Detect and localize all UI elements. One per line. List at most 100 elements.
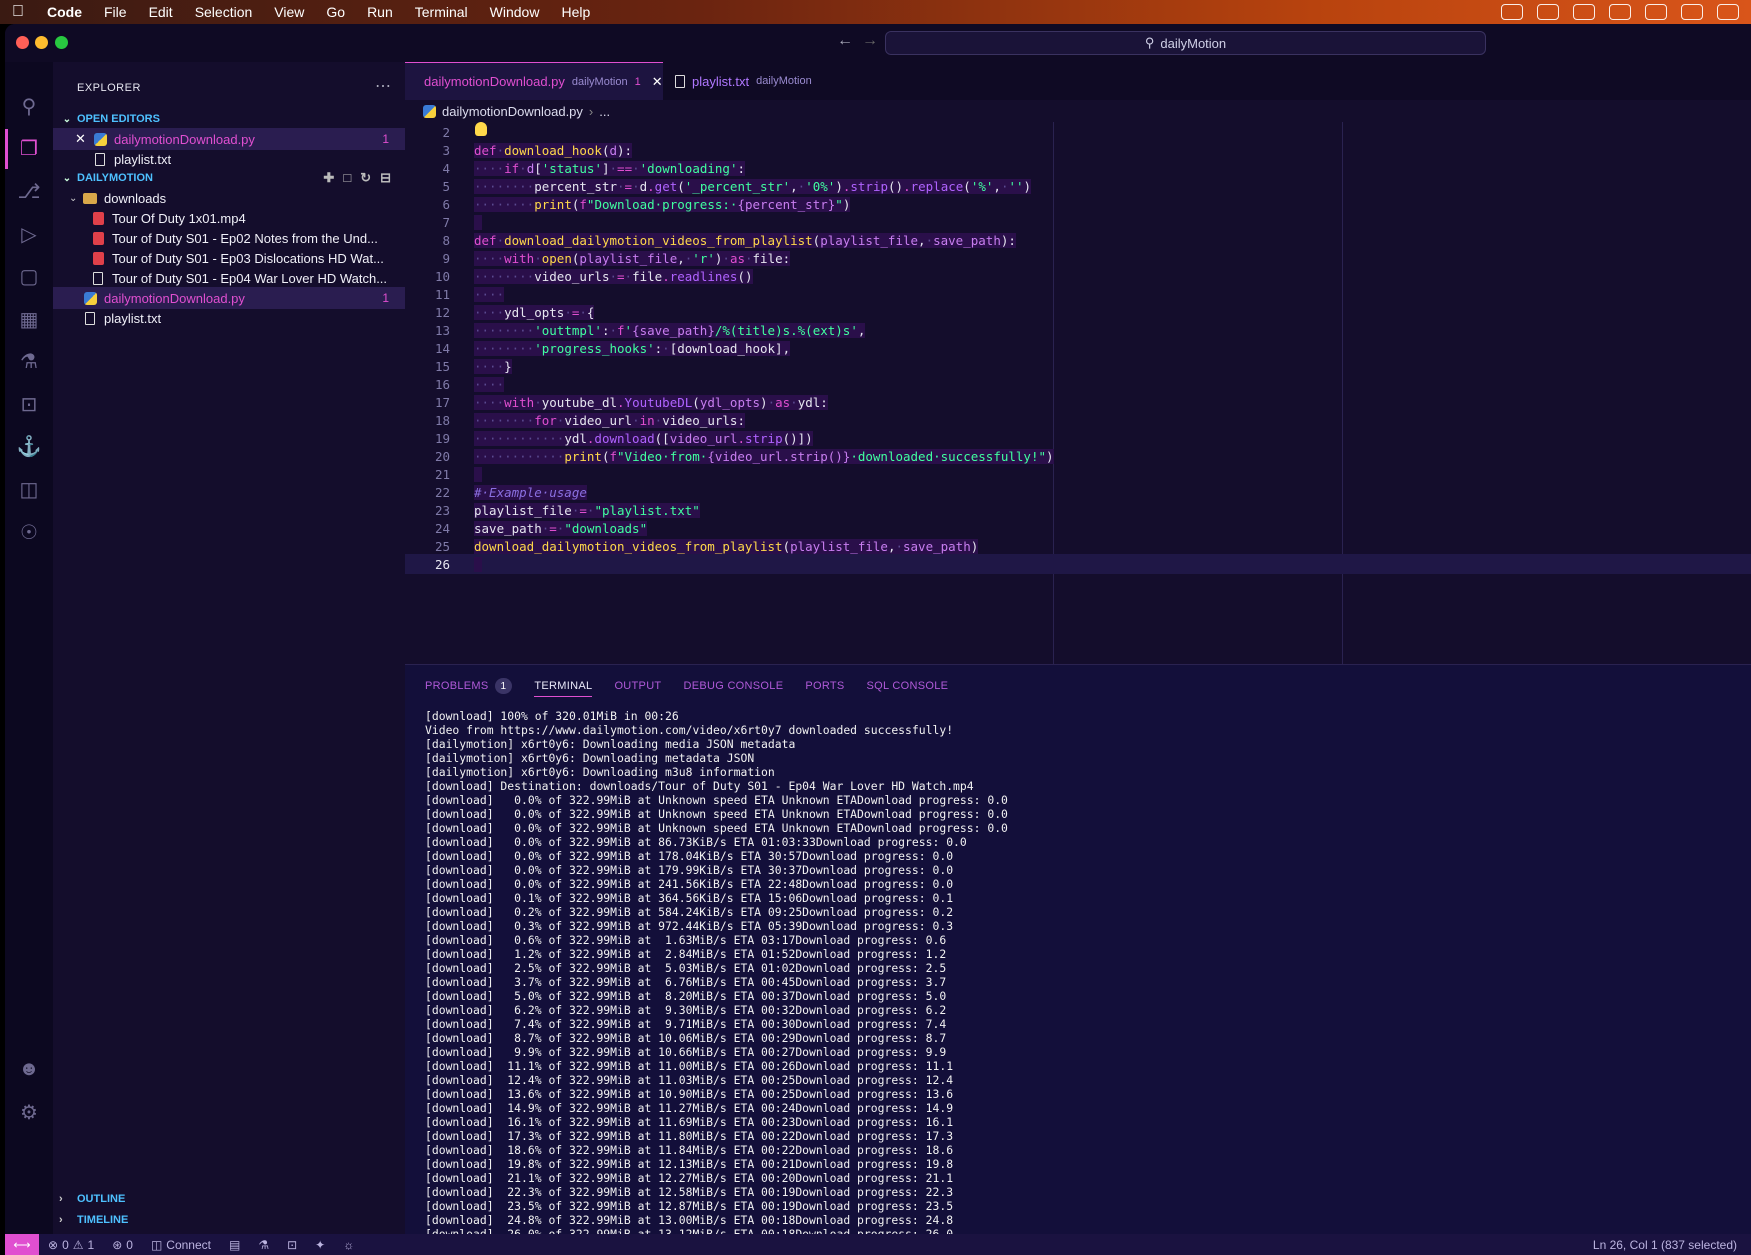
- command-center-search[interactable]: ⚲ dailyMotion: [885, 31, 1486, 55]
- tray-icon-6[interactable]: [1681, 4, 1703, 20]
- menu-view[interactable]: View: [263, 4, 315, 20]
- terminal-icon[interactable]: ⊡: [15, 390, 43, 418]
- explorer-title: EXPLORER: [77, 82, 141, 94]
- cursor-position[interactable]: Ln 26, Col 1 (837 selected): [1584, 1238, 1751, 1252]
- apple-icon[interactable]: : [0, 3, 36, 21]
- tray-icon-1[interactable]: [1501, 4, 1523, 20]
- code-line: 12 ····ydl_opts·=·{: [434, 304, 595, 320]
- tree-folder-downloads[interactable]: ⌄ downloads: [53, 187, 405, 209]
- tab-dailymotion-download[interactable]: dailymotionDownload.py dailyMotion 1 ✕: [405, 62, 663, 100]
- code-line: 3 def·download_hook(d):: [442, 142, 633, 158]
- problems-status[interactable]: ⊗ 0 ⚠ 1: [39, 1238, 103, 1252]
- close-window-button[interactable]: [16, 36, 29, 49]
- tab-debug-console[interactable]: DEBUG CONSOLE: [683, 675, 783, 697]
- tab-label: playlist.txt: [692, 73, 750, 89]
- tab-label: PROBLEMS: [425, 680, 489, 692]
- explorer-icon[interactable]: ❐: [15, 134, 43, 162]
- open-editors-section[interactable]: ⌄ OPEN EDITORS: [53, 108, 405, 130]
- flask-icon[interactable]: ⚗: [249, 1238, 278, 1252]
- collapse-all-icon[interactable]: ⊟: [380, 170, 391, 186]
- tab-description: dailyMotion: [571, 75, 628, 88]
- testing-flask-icon[interactable]: ⚗: [15, 347, 43, 375]
- remote-explorer-icon[interactable]: ▢: [15, 262, 43, 290]
- open-editor-item[interactable]: ✕ dailymotionDownload.py 1: [53, 128, 405, 150]
- new-file-icon[interactable]: ✚: [323, 170, 334, 186]
- database-icon: ◫: [150, 1237, 163, 1252]
- lightbulb-icon[interactable]: [475, 122, 487, 136]
- video-file-icon: [92, 231, 104, 245]
- tab-ports[interactable]: PORTS: [805, 675, 844, 697]
- tree-file[interactable]: dailymotionDownload.py 1: [53, 287, 405, 309]
- tab-output[interactable]: OUTPUT: [614, 675, 661, 697]
- menu-terminal[interactable]: Terminal: [404, 4, 479, 20]
- connect-status[interactable]: ◫ Connect: [142, 1238, 220, 1252]
- code-editor[interactable]: 2 3 def·download_hook(d): 4 ····if·d['stat…: [405, 122, 1751, 664]
- terminal-output[interactable]: [download] 100% of 320.01MiB in 00:26 Vid…: [425, 709, 1008, 1255]
- timeline-section[interactable]: › TIMELINE: [53, 1209, 405, 1231]
- terminal-line: [download] 17.3% of 322.99MiB at 11.80Mi…: [425, 1129, 954, 1143]
- tab-playlist[interactable]: playlist.txt dailyMotion: [663, 62, 848, 100]
- tray-icon-notion[interactable]: [1609, 4, 1631, 20]
- menu-app-code[interactable]: Code: [36, 4, 93, 20]
- more-actions-icon[interactable]: ⋯: [375, 76, 391, 96]
- extensions-icon[interactable]: ▦: [15, 305, 43, 333]
- refresh-icon[interactable]: ↻: [360, 170, 371, 186]
- breadcrumb-symbol[interactable]: ...: [599, 104, 610, 119]
- menu-help[interactable]: Help: [550, 4, 601, 20]
- menu-go[interactable]: Go: [315, 4, 356, 20]
- terminal-line: [download] 0.0% of 322.99MiB at 178.04Ki…: [425, 849, 954, 863]
- settings-gear-icon[interactable]: ⚙: [15, 1098, 43, 1126]
- warning-icon: ⚠: [72, 1237, 84, 1252]
- code-line: 19 ············ydl.download([video_url.st…: [434, 430, 813, 446]
- menu-run[interactable]: Run: [356, 4, 404, 20]
- account-icon[interactable]: ☻: [15, 1055, 43, 1083]
- terminal-icon[interactable]: ⊡: [278, 1238, 306, 1252]
- active-indicator: [5, 129, 8, 169]
- file-name: Tour of Duty S01 - Ep04 War Lover HD Wat…: [112, 270, 388, 286]
- tree-file[interactable]: Tour of Duty S01 - Ep04 War Lover HD Wat…: [53, 267, 405, 289]
- close-icon[interactable]: ✕: [75, 131, 89, 147]
- menu-file[interactable]: File: [93, 4, 138, 20]
- folder-section[interactable]: ⌄ DAILYMOTION ✚ □ ↻ ⊟: [53, 167, 405, 189]
- menu-selection[interactable]: Selection: [184, 4, 264, 20]
- tab-problems[interactable]: PROBLEMS 1: [425, 675, 513, 697]
- docker-icon[interactable]: ⚓: [15, 432, 43, 460]
- outline-section[interactable]: › OUTLINE: [53, 1188, 405, 1210]
- menubar-tray: [1501, 4, 1751, 20]
- ports-status[interactable]: ⊛ 0: [103, 1238, 142, 1252]
- tray-icon-3[interactable]: [1573, 4, 1595, 20]
- tab-sql-console[interactable]: SQL CONSOLE: [867, 675, 949, 697]
- maximize-window-button[interactable]: [55, 36, 68, 49]
- git-graph-icon[interactable]: ☉: [15, 518, 43, 546]
- menu-window[interactable]: Window: [479, 4, 551, 20]
- source-control-icon[interactable]: ⎇: [15, 177, 43, 205]
- tree-file[interactable]: Tour of Duty S01 - Ep03 Dislocations HD …: [53, 247, 405, 269]
- problem-badge: 1: [382, 291, 389, 305]
- forward-arrow-icon[interactable]: →: [862, 32, 878, 50]
- tree-file[interactable]: playlist.txt: [53, 307, 405, 329]
- close-icon[interactable]: ✕: [652, 74, 663, 90]
- file-icon[interactable]: ▤: [220, 1238, 249, 1252]
- tree-file[interactable]: Tour of Duty S01 - Ep02 Notes from the U…: [53, 227, 405, 249]
- tree-file[interactable]: Tour Of Duty 1x01.mp4: [53, 207, 405, 229]
- tray-icon-5[interactable]: [1645, 4, 1667, 20]
- battery-icon[interactable]: [1717, 4, 1739, 20]
- tab-terminal[interactable]: TERMINAL: [534, 675, 593, 697]
- search-icon[interactable]: ⚲: [15, 92, 43, 120]
- code-line: 8 def·download_dailymotion_videos_from_pl…: [442, 232, 1016, 248]
- breadcrumb-file[interactable]: dailymotionDownload.py: [442, 104, 583, 119]
- menu-edit[interactable]: Edit: [138, 4, 184, 20]
- tray-icon-2[interactable]: [1537, 4, 1559, 20]
- run-debug-icon[interactable]: ▷: [15, 220, 43, 248]
- bug-icon[interactable]: ☼: [334, 1238, 363, 1252]
- pin-icon[interactable]: ✦: [306, 1238, 334, 1252]
- folder-actions: ✚ □ ↻ ⊟: [323, 170, 391, 186]
- remote-indicator-icon[interactable]: ⟷: [5, 1234, 39, 1255]
- back-arrow-icon[interactable]: ←: [837, 32, 853, 50]
- new-folder-icon[interactable]: □: [343, 170, 351, 186]
- database-icon[interactable]: ◫: [15, 475, 43, 503]
- code-line: 11 ····: [434, 286, 505, 302]
- tab-label: dailymotionDownload.py: [424, 74, 565, 89]
- minimize-window-button[interactable]: [35, 36, 48, 49]
- code-line: 6 ········print(f"Download·progress:·{per…: [442, 196, 851, 212]
